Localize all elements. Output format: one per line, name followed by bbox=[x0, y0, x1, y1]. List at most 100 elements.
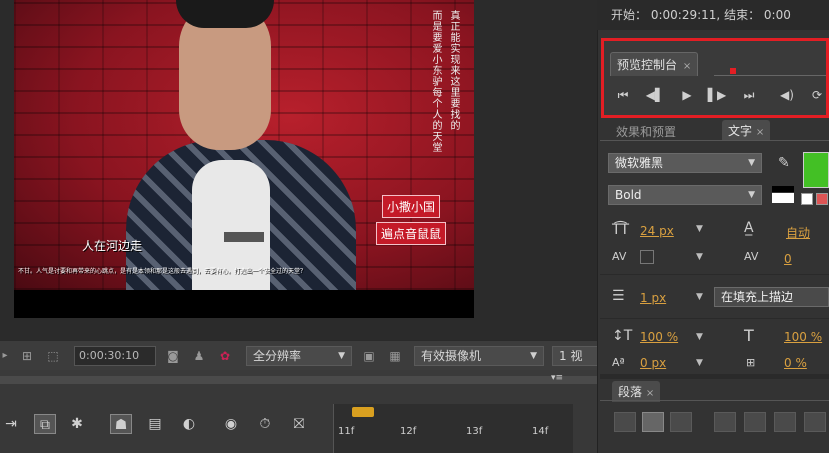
tsume-icon: ⊞ bbox=[746, 356, 756, 369]
camera-dropdown[interactable]: 有效摄像机 ▼ bbox=[414, 346, 544, 366]
leading-value[interactable]: 自动 bbox=[786, 224, 810, 241]
stroke-width-value[interactable]: 1 px bbox=[640, 291, 666, 305]
frame-blending-icon[interactable]: ▤ bbox=[144, 414, 166, 434]
no-fill-swatch[interactable] bbox=[801, 193, 813, 205]
chevron-down-icon[interactable]: ▼ bbox=[696, 224, 703, 234]
show-badge-top: 小撒小国 bbox=[382, 195, 441, 218]
baseline-shift-value[interactable]: 0 px bbox=[640, 356, 666, 370]
no-stroke-swatch[interactable] bbox=[816, 193, 828, 205]
justify-all-icon[interactable] bbox=[804, 412, 826, 432]
tab-underline bbox=[714, 75, 826, 76]
camera-snapshot-icon[interactable]: ◙ bbox=[164, 348, 182, 364]
views-dropdown[interactable]: 1 视 bbox=[552, 346, 600, 366]
chevron-down-icon[interactable]: ▼ bbox=[696, 358, 703, 368]
stroke-width-icon: ☰ bbox=[612, 288, 625, 304]
last-frame-icon[interactable]: ⏭ bbox=[738, 87, 760, 103]
previous-frame-icon[interactable]: ◀▌ bbox=[644, 87, 666, 103]
transparency-grid-icon[interactable]: ⬚ bbox=[44, 348, 62, 364]
black-swatch[interactable] bbox=[772, 186, 794, 192]
ruler-tick: 14f bbox=[532, 426, 549, 437]
vertical-scale-value[interactable]: 100 % bbox=[640, 330, 678, 344]
kerning-value[interactable]: 0 bbox=[784, 252, 792, 266]
next-frame-icon[interactable]: ▌▶ bbox=[706, 87, 728, 103]
font-family-dropdown[interactable]: 微软雅黑 ▼ bbox=[608, 153, 762, 173]
time-range: 开始： 0:00:29:11, 结束： 0:00 bbox=[611, 8, 791, 22]
motion-blur-icon[interactable]: ◐ bbox=[178, 414, 200, 434]
chevron-down-icon: ▼ bbox=[530, 351, 537, 361]
tab-divider bbox=[600, 400, 829, 401]
keyframe-nav-icon[interactable]: ⇥ bbox=[0, 414, 22, 434]
fill-color-swatch[interactable] bbox=[803, 152, 829, 188]
tab-paragraph[interactable]: 段落 × bbox=[612, 381, 661, 402]
tab-paragraph-label: 段落 bbox=[618, 385, 643, 399]
panel-menu-icon[interactable]: ▾≡ bbox=[551, 373, 563, 383]
subtitle-small: 不甘。人气是讨要和再带来的心跳点，是有是本领和那是这般去遇到，去要有心。打造出一… bbox=[18, 268, 307, 275]
justify-last-right-icon[interactable] bbox=[774, 412, 796, 432]
font-family-value: 微软雅黑 bbox=[615, 156, 664, 170]
tab-effects-presets[interactable]: 效果和预置 bbox=[616, 123, 676, 140]
font-style-dropdown[interactable]: Bold ▼ bbox=[608, 185, 762, 205]
tab-text[interactable]: 文字 × bbox=[722, 120, 771, 141]
graph-editor-icon[interactable]: ◉ bbox=[220, 414, 242, 434]
ruler-tick: 13f bbox=[466, 426, 483, 437]
time-ruler[interactable]: 11f 12f 13f 14f bbox=[333, 404, 573, 453]
tab-preview-label: 预览控制台 bbox=[617, 58, 678, 72]
stopwatch-icon[interactable]: ⏱ bbox=[254, 414, 276, 434]
close-icon[interactable]: × bbox=[646, 388, 654, 399]
work-area-start-marker[interactable] bbox=[352, 407, 374, 417]
justify-last-left-icon[interactable] bbox=[714, 412, 736, 432]
camera-value: 有效摄像机 bbox=[421, 349, 482, 363]
hide-shy-icon[interactable]: ☗ bbox=[110, 414, 132, 434]
chevron-down-icon: ▼ bbox=[748, 158, 755, 168]
loop-icon[interactable]: ⟳ bbox=[806, 87, 828, 103]
tab-preview[interactable]: 预览控制台 × bbox=[610, 52, 699, 76]
kerning-value-box[interactable] bbox=[640, 250, 654, 264]
chevron-down-icon[interactable]: ▼ bbox=[696, 292, 703, 302]
tracking-icon: AV bbox=[744, 250, 759, 263]
comp-flowchart-icon[interactable]: ⛝ bbox=[288, 414, 310, 434]
font-size-value[interactable]: 24 px bbox=[640, 224, 674, 238]
composition-viewer[interactable]: 真正能实现来这里要找的 而是要爱小东驴每个人的天堂 小撒小国 遍点音鼠鼠 人在河… bbox=[0, 0, 597, 340]
chevron-down-icon[interactable]: ▼ bbox=[696, 332, 703, 342]
align-center-icon[interactable] bbox=[642, 412, 664, 432]
show-snapshot-icon[interactable]: ♟ bbox=[190, 348, 208, 364]
chevron-down-icon[interactable]: ▼ bbox=[696, 252, 703, 262]
dropdown-arrow-icon[interactable]: ▸ bbox=[0, 348, 14, 364]
composition-nesting-icon[interactable]: ⧉ bbox=[34, 414, 56, 434]
color-channels-icon[interactable]: ✿ bbox=[216, 348, 234, 364]
show-badge-bottom: 遍点音鼠鼠 bbox=[376, 222, 447, 245]
start-value: 0:00:29:11 bbox=[650, 8, 717, 22]
ruler-tick: 11f bbox=[338, 426, 355, 437]
preview-panel[interactable]: 预览控制台 × ⏮ ◀▌ ▶ ▌▶ ⏭ ◀) ⟳ bbox=[601, 38, 829, 118]
horizontal-scale-value[interactable]: 100 % bbox=[784, 330, 822, 344]
subtitle-main: 人在河边走 bbox=[82, 239, 143, 253]
resolution-dropdown[interactable]: 全分辨率 ▼ bbox=[246, 346, 352, 366]
close-icon[interactable]: × bbox=[756, 127, 764, 138]
divider bbox=[600, 274, 829, 275]
play-icon[interactable]: ▶ bbox=[676, 87, 698, 103]
close-icon[interactable]: × bbox=[683, 61, 691, 72]
fast-preview-icon[interactable]: ▣ bbox=[360, 348, 378, 364]
justify-last-center-icon[interactable] bbox=[744, 412, 766, 432]
leading-icon: A̲ bbox=[744, 220, 754, 236]
timecode-field[interactable]: 0:00:30:10 bbox=[74, 346, 156, 366]
font-style-value: Bold bbox=[615, 188, 642, 202]
draft-3d-icon[interactable]: ✱ bbox=[66, 414, 88, 434]
start-label: 开始： bbox=[611, 8, 648, 22]
vertical-scale-icon: ↕T bbox=[612, 328, 633, 344]
chevron-down-icon: ▼ bbox=[338, 351, 345, 361]
tsume-value[interactable]: 0 % bbox=[784, 356, 807, 370]
stroke-mode-dropdown[interactable]: 在填充上描边 bbox=[714, 287, 829, 307]
align-left-icon[interactable] bbox=[614, 412, 636, 432]
subtitle-tag bbox=[224, 232, 264, 242]
align-right-icon[interactable] bbox=[670, 412, 692, 432]
white-swatch[interactable] bbox=[772, 193, 794, 203]
region-icon[interactable]: ⊞ bbox=[18, 348, 36, 364]
first-frame-icon[interactable]: ⏮ bbox=[612, 87, 634, 103]
tab-text-label: 文字 bbox=[728, 124, 753, 138]
grid-toggle-icon[interactable]: ▦ bbox=[386, 348, 404, 364]
resolution-value: 全分辨率 bbox=[253, 349, 302, 363]
info-bar: 开始： 0:00:29:11, 结束： 0:00 bbox=[597, 0, 829, 30]
audio-icon[interactable]: ◀) bbox=[776, 87, 798, 103]
eyedropper-icon[interactable]: ✎ bbox=[778, 155, 790, 171]
